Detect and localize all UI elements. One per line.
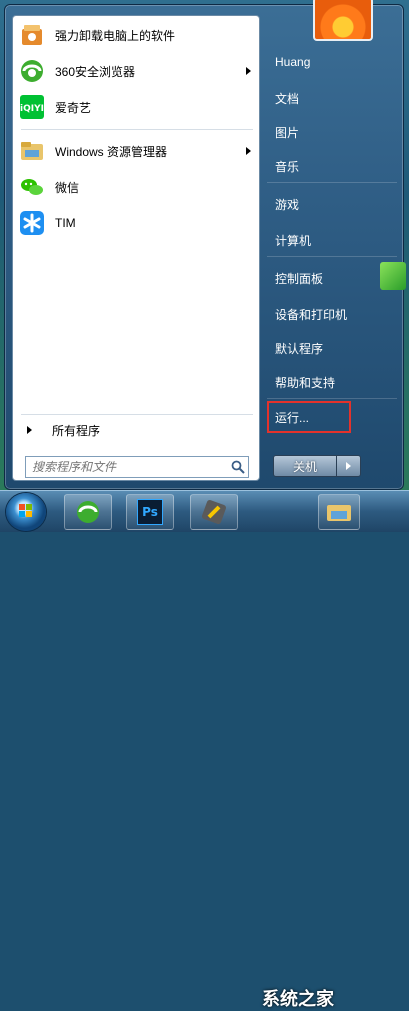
- taskbar-photoshop[interactable]: Ps: [126, 494, 174, 530]
- program-windows-explorer[interactable]: Windows 资源管理器: [17, 134, 257, 168]
- right-item-user[interactable]: Huang: [267, 49, 397, 75]
- right-item-music[interactable]: 音乐: [267, 153, 397, 179]
- taskbar-360-browser[interactable]: [64, 494, 112, 530]
- all-programs-label: 所有程序: [52, 423, 101, 438]
- right-item-games[interactable]: 游戏: [267, 191, 397, 217]
- right-divider: [267, 398, 397, 399]
- right-item-label: 设备和打印机: [275, 307, 348, 322]
- right-item-help-support[interactable]: 帮助和支持: [267, 369, 397, 395]
- right-item-default-programs[interactable]: 默认程序: [267, 335, 397, 361]
- photoshop-icon: Ps: [137, 499, 163, 525]
- start-menu: 强力卸载电脑上的软件 360安全浏览器 iQIYI 爱奇艺 Windows 资源…: [4, 0, 404, 490]
- right-item-label: 游戏: [275, 197, 300, 212]
- program-wechat[interactable]: 微信: [17, 170, 257, 204]
- submenu-arrow-icon[interactable]: [246, 67, 251, 75]
- right-item-label: 音乐: [275, 159, 300, 174]
- program-uninstaller[interactable]: 强力卸载电脑上的软件: [17, 18, 257, 52]
- right-item-documents[interactable]: 文档: [267, 85, 397, 111]
- shutdown-button[interactable]: 关机: [273, 455, 337, 477]
- right-divider: [267, 256, 397, 257]
- submenu-arrow-icon[interactable]: [246, 147, 251, 155]
- browser-360-icon: [77, 501, 99, 523]
- program-label: 爱奇艺: [55, 100, 92, 115]
- right-item-label: 默认程序: [275, 341, 324, 356]
- program-tim[interactable]: TIM: [17, 206, 257, 240]
- all-programs-button[interactable]: 所有程序: [17, 418, 257, 442]
- program-iqiyi[interactable]: iQIYI 爱奇艺: [17, 90, 257, 124]
- run-highlight-box: [267, 401, 351, 433]
- right-item-control-panel[interactable]: 控制面板: [267, 265, 397, 291]
- program-label: TIM: [55, 216, 76, 230]
- program-label: Windows 资源管理器: [55, 144, 168, 159]
- watermark-text: 系统之家: [262, 989, 334, 1009]
- chevron-right-icon: [346, 462, 351, 470]
- user-name: Huang: [275, 55, 311, 69]
- search-icon[interactable]: [228, 457, 248, 477]
- uninstall-icon: [22, 25, 42, 45]
- browser-360-icon: [21, 60, 43, 82]
- taskbar-flashfxp[interactable]: [190, 494, 238, 530]
- shutdown-options-button[interactable]: [337, 455, 361, 477]
- right-item-devices-printers[interactable]: 设备和打印机: [267, 301, 397, 327]
- windows-logo-icon: [19, 504, 32, 517]
- wechat-icon: [21, 179, 43, 195]
- all-programs-divider: [21, 414, 253, 415]
- right-divider: [267, 182, 397, 183]
- shutdown-label: 关机: [292, 459, 317, 474]
- explorer-folder-icon: [21, 142, 43, 160]
- taskbar: Ps 系统之家: [0, 490, 409, 1009]
- flashfxp-icon: [202, 500, 226, 524]
- program-label: 微信: [55, 180, 80, 195]
- right-item-label: 控制面板: [275, 271, 324, 286]
- programs-divider: [21, 129, 253, 130]
- right-item-label: 计算机: [275, 233, 312, 248]
- program-360-browser[interactable]: 360安全浏览器: [17, 54, 257, 88]
- program-label: 360安全浏览器: [55, 64, 136, 79]
- search-box[interactable]: [25, 456, 249, 478]
- taskbar-explorer[interactable]: [318, 494, 360, 530]
- right-item-label: 帮助和支持: [275, 375, 336, 390]
- right-item-pictures[interactable]: 图片: [267, 119, 397, 145]
- watermark-logo: 系统之家: [262, 985, 334, 1011]
- svg-text:iQIYI: iQIYI: [20, 104, 44, 114]
- programs-pane: 强力卸载电脑上的软件 360安全浏览器 iQIYI 爱奇艺 Windows 资源…: [12, 15, 260, 481]
- desktop-app-icon[interactable]: [380, 262, 406, 290]
- user-avatar[interactable]: [313, 0, 373, 41]
- right-item-label: 图片: [275, 125, 300, 140]
- iqiyi-icon: iQIYI: [20, 95, 44, 119]
- explorer-folder-icon: [327, 505, 351, 521]
- expand-arrow-icon: [27, 426, 32, 434]
- photoshop-text: Ps: [142, 505, 158, 519]
- program-label: 强力卸载电脑上的软件: [55, 28, 176, 43]
- search-input[interactable]: [26, 459, 228, 475]
- start-button[interactable]: [6, 493, 46, 531]
- right-item-label: 文档: [275, 91, 300, 106]
- tim-icon: [20, 211, 44, 235]
- right-item-computer[interactable]: 计算机: [267, 227, 397, 253]
